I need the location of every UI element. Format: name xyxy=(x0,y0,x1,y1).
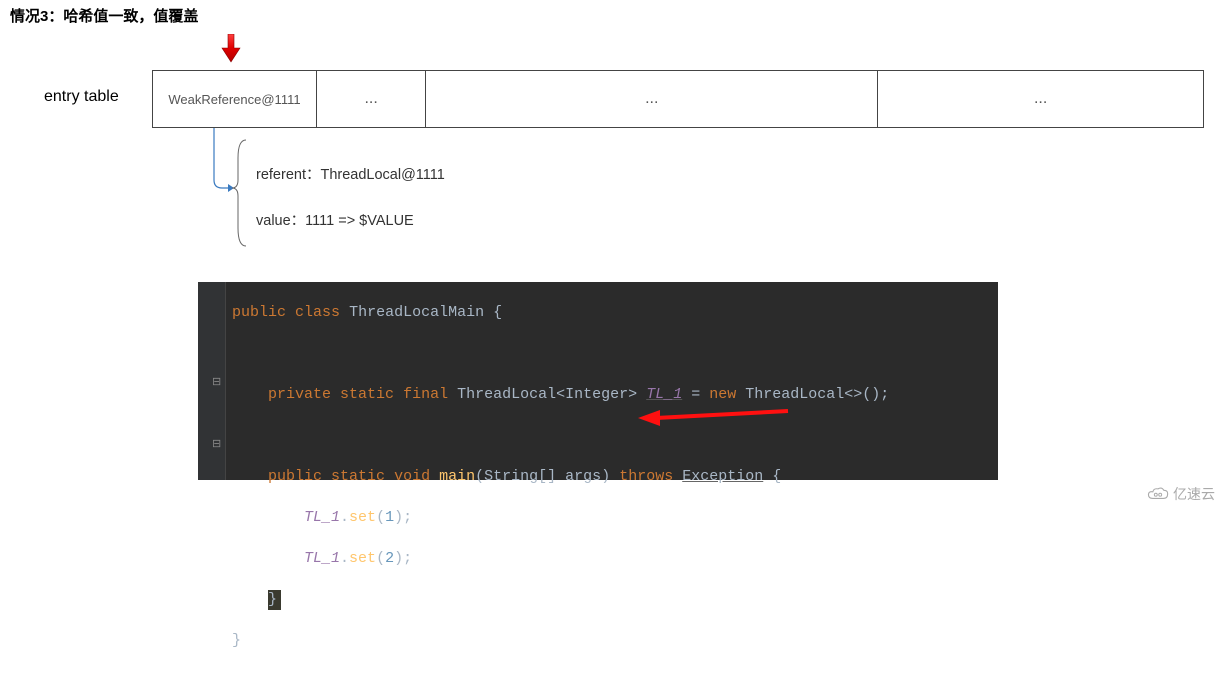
entry-cell-0: WeakReference@1111 xyxy=(153,71,317,127)
detail-referent: referent：ThreadLocal@1111 xyxy=(256,163,445,184)
entry-cell-3: ... xyxy=(878,71,1203,127)
entry-table-label: entry table xyxy=(44,88,119,106)
code-content: public class ThreadLocalMain { private s… xyxy=(226,282,889,480)
entry-cell-1: ... xyxy=(317,71,426,127)
arrow-left-icon xyxy=(638,407,798,429)
fold-marker-icon: ⊟ xyxy=(212,378,221,388)
watermark-text: 亿速云 xyxy=(1173,484,1215,504)
watermark: 亿速云 xyxy=(1147,484,1215,504)
code-gutter: ⊟ ⊟ xyxy=(198,282,226,480)
arrow-down-icon xyxy=(220,34,242,64)
entry-table: WeakReference@1111 ... ... ... xyxy=(152,70,1204,128)
diagram-title: 情况3：哈希值一致，值覆盖 xyxy=(10,5,198,26)
cloud-icon xyxy=(1147,486,1169,502)
brace-connector xyxy=(200,128,260,253)
entry-cell-2: ... xyxy=(426,71,878,127)
code-block: ⊟ ⊟ public class ThreadLocalMain { priva… xyxy=(198,282,998,480)
detail-value: value：1111 => $VALUE xyxy=(256,209,414,230)
fold-marker-icon: ⊟ xyxy=(212,440,221,450)
